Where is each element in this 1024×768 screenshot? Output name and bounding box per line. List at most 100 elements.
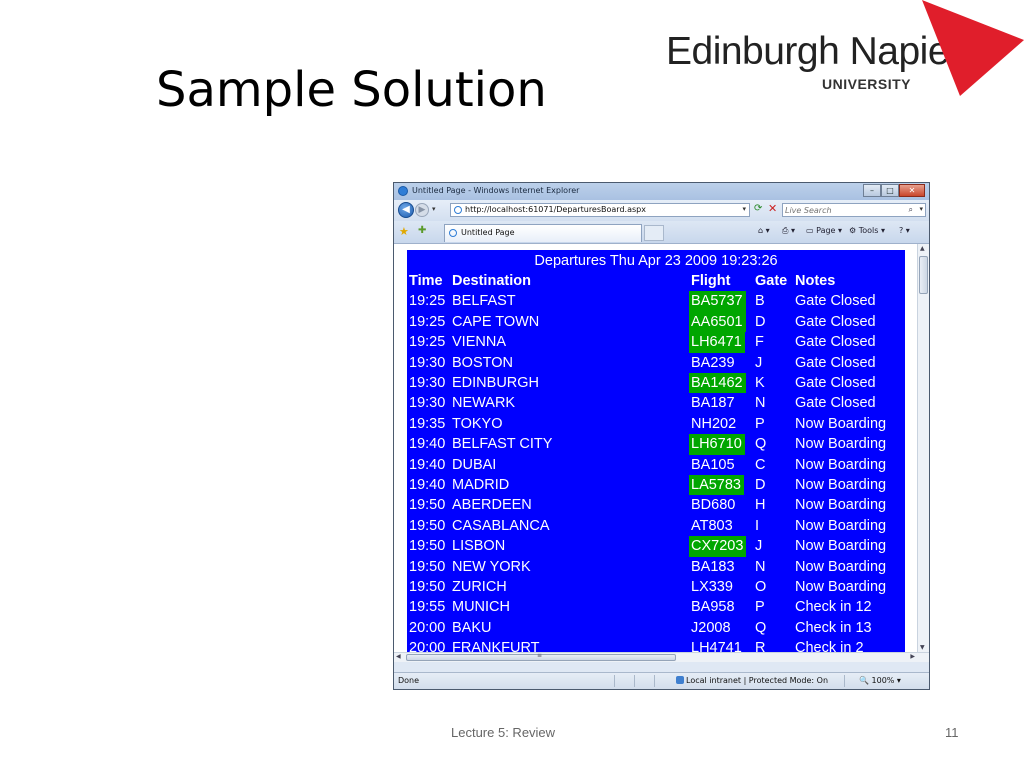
- url-dropdown-icon[interactable]: ▾: [742, 205, 746, 213]
- departure-flight: BA187: [691, 395, 735, 412]
- departure-row: 19:30 BOSTON BA239 J Gate Closed: [407, 353, 905, 373]
- favorites-star-icon[interactable]: ★: [399, 225, 409, 238]
- tab-page-icon: [449, 229, 457, 237]
- departure-destination: BELFAST CITY: [452, 436, 553, 453]
- departure-row: 19:40 BELFAST CITY LH6710 Q Now Boarding: [407, 434, 905, 455]
- departure-gate: N: [755, 395, 766, 412]
- page-viewport: Departures Thu Apr 23 2009 19:23:26 Time…: [394, 244, 917, 652]
- scroll-up-icon[interactable]: ▲: [920, 245, 925, 252]
- departure-notes: Now Boarding: [795, 456, 887, 473]
- back-button[interactable]: ◀: [398, 202, 414, 218]
- departure-time: 19:30: [409, 375, 446, 391]
- departure-time: 19:40: [409, 477, 446, 493]
- departure-notes: Gate Closed: [795, 293, 876, 310]
- departure-time: 19:50: [409, 517, 446, 534]
- status-text: Done: [398, 676, 420, 685]
- slide-title: Sample Solution: [156, 62, 547, 118]
- window-title: Untitled Page - Windows Internet Explore…: [412, 186, 580, 195]
- security-zone[interactable]: Local intranet | Protected Mode: On: [686, 676, 828, 685]
- departure-destination: LISBON: [452, 538, 506, 555]
- recent-pages-dropdown[interactable]: ▾: [432, 205, 436, 213]
- address-bar: ◀ ▶ ▾ http://localhost:61071/DeparturesB…: [394, 200, 929, 221]
- vertical-scrollbar[interactable]: ▲ ▼: [917, 244, 929, 652]
- departure-notes: Now Boarding: [795, 558, 887, 575]
- departure-flight: BD680: [691, 497, 736, 514]
- departure-row: 20:00 FRANKFURT LH4741 R Check in 2: [407, 638, 905, 652]
- scroll-down-icon[interactable]: ▼: [920, 644, 925, 651]
- zoom-level[interactable]: 🔍 100% ▾: [859, 676, 901, 685]
- departure-gate: O: [755, 579, 767, 595]
- forward-button[interactable]: ▶: [415, 203, 429, 217]
- minimize-button[interactable]: –: [863, 184, 881, 197]
- maximize-button[interactable]: □: [881, 184, 899, 197]
- scroll-left-icon[interactable]: ◀: [396, 653, 401, 660]
- tools-menu-label: Tools: [858, 226, 879, 235]
- header-flight: Flight: [691, 273, 731, 289]
- departure-gate: J: [755, 354, 763, 371]
- departure-time: 19:40: [409, 436, 446, 453]
- tools-menu[interactable]: ⚙ Tools ▾: [849, 226, 885, 235]
- departure-row: 19:35 TOKYO NH202 P Now Boarding: [407, 414, 905, 434]
- search-input[interactable]: [785, 204, 895, 216]
- logo-triangle-icon: [922, 0, 1024, 96]
- departure-gate: R: [755, 640, 766, 652]
- print-icon[interactable]: ⎙ ▾: [782, 226, 795, 236]
- departure-notes: Check in 12: [795, 599, 872, 616]
- page-menu[interactable]: ▭ Page ▾: [806, 226, 842, 235]
- ie-icon: [398, 186, 408, 196]
- departure-notes: Now Boarding: [795, 436, 887, 453]
- scroll-right-icon[interactable]: ▶: [910, 653, 915, 660]
- status-divider: [844, 675, 845, 687]
- board-header: Departures Thu Apr 23 2009 19:23:26: [534, 253, 778, 269]
- departure-destination: CASABLANCA: [452, 517, 550, 534]
- vertical-scroll-thumb[interactable]: [919, 256, 928, 294]
- search-icon[interactable]: ⌕: [909, 205, 913, 215]
- search-dropdown-icon[interactable]: ▾: [919, 205, 923, 213]
- departure-destination: BAKU: [452, 619, 492, 636]
- horizontal-scrollbar[interactable]: ◀ ≡ ▶: [394, 652, 929, 662]
- add-favorites-icon[interactable]: ✚: [418, 225, 426, 236]
- departure-destination: MUNICH: [452, 599, 510, 616]
- close-button[interactable]: ✕: [899, 184, 925, 197]
- departure-notes: Gate Closed: [795, 334, 876, 351]
- departure-destination: TOKYO: [452, 415, 503, 432]
- header-notes: Notes: [795, 273, 836, 289]
- stop-icon[interactable]: ✕: [768, 202, 777, 215]
- home-icon[interactable]: ⌂ ▾: [758, 226, 770, 235]
- refresh-icon[interactable]: ⟳: [754, 203, 762, 214]
- departure-destination: BOSTON: [452, 354, 513, 371]
- departure-time: 19:35: [409, 415, 446, 432]
- status-bar: Done Local intranet | Protected Mode: On…: [394, 672, 929, 689]
- departure-destination: NEWARK: [452, 395, 516, 412]
- new-tab-button[interactable]: [644, 225, 664, 241]
- departure-gate: J: [755, 538, 763, 555]
- header-time: Time: [409, 273, 443, 289]
- departure-time: 19:25: [409, 334, 446, 351]
- url-text: http://localhost:61071/DeparturesBoard.a…: [465, 205, 646, 214]
- departure-destination: FRANKFURT: [452, 640, 540, 652]
- departure-destination: DUBAI: [452, 456, 497, 473]
- departure-row: 19:50 ZURICH LX339 O Now Boarding: [407, 577, 905, 597]
- departure-gate: D: [755, 313, 766, 330]
- help-icon[interactable]: ? ▾: [899, 226, 910, 235]
- tab-untitled-page[interactable]: Untitled Page: [444, 224, 642, 242]
- departure-destination: BELFAST: [452, 293, 516, 310]
- url-field[interactable]: http://localhost:61071/DeparturesBoard.a…: [450, 203, 750, 217]
- departure-notes: Now Boarding: [795, 497, 887, 514]
- window-titlebar: Untitled Page - Windows Internet Explore…: [394, 183, 929, 200]
- departure-gate: C: [755, 456, 766, 473]
- departure-notes: Now Boarding: [795, 517, 887, 534]
- departure-flight: BA105: [691, 456, 735, 473]
- departure-gate: P: [755, 415, 765, 432]
- departure-gate: B: [755, 293, 765, 310]
- departure-gate: Q: [755, 619, 767, 636]
- horizontal-scroll-thumb[interactable]: ≡: [406, 652, 676, 661]
- departure-row: 19:40 DUBAI BA105 C Now Boarding: [407, 455, 905, 475]
- search-box[interactable]: ⌕ ▾: [782, 203, 926, 217]
- header-destination: Destination: [452, 273, 531, 289]
- departure-row: 19:25 BELFAST BA5737 B Gate Closed: [407, 291, 905, 312]
- status-divider: [634, 675, 635, 687]
- header-gate: Gate: [755, 273, 788, 289]
- departure-notes: Now Boarding: [795, 415, 887, 432]
- departure-flight: BA1462: [689, 373, 746, 394]
